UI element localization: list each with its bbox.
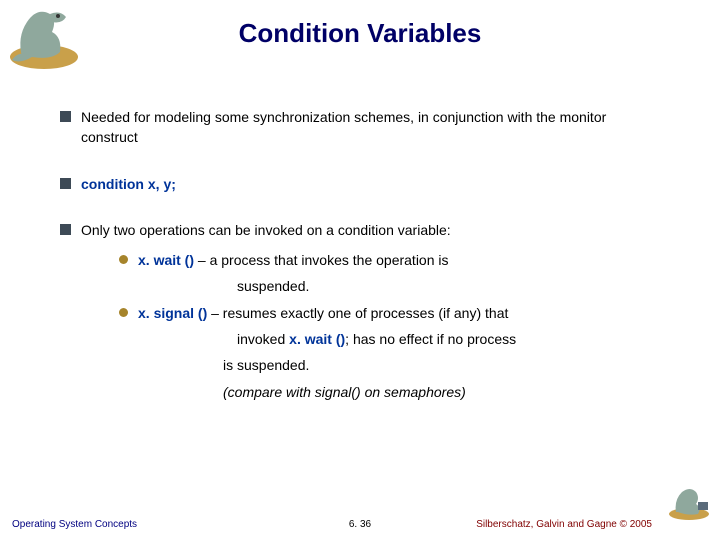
dinosaur-small-icon: [664, 482, 714, 522]
bullet-text: condition x, y;: [81, 174, 666, 194]
bullet-item: condition x, y;: [60, 174, 666, 194]
bullet-item: Needed for modeling some synchronization…: [60, 107, 666, 148]
sub-bullet-list: x. wait () – a process that invokes the …: [119, 250, 666, 402]
bullet-item: Only two operations can be invoked on a …: [60, 220, 666, 408]
keyword: x. wait (): [138, 252, 194, 268]
square-bullet-icon: [60, 178, 71, 189]
bullet-text-span: Only two operations can be invoked on a …: [81, 222, 451, 238]
text-span: – a process that invokes the operation i…: [194, 252, 448, 268]
circle-bullet-icon: [119, 255, 128, 264]
slide-footer: Operating System Concepts 6. 36 Silbersc…: [0, 519, 720, 530]
text-span: ; has no effect if no process: [345, 331, 516, 347]
dinosaur-logo-bottom: [664, 482, 714, 522]
sub-bullet-item: x. signal () – resumes exactly one of pr…: [119, 303, 666, 323]
footer-copyright: Silberschatz, Galvin and Gagne © 2005: [476, 519, 652, 530]
continuation-line: suspended.: [237, 276, 666, 296]
text-span: – resumes exactly one of processes (if a…: [207, 305, 508, 321]
slide-title: Condition Variables: [0, 0, 720, 49]
square-bullet-icon: [60, 111, 71, 122]
continuation-line: is suspended.: [223, 355, 666, 375]
sub-bullet-text: x. wait () – a process that invokes the …: [138, 250, 666, 270]
square-bullet-icon: [60, 224, 71, 235]
text-span: invoked: [237, 331, 289, 347]
dinosaur-logo-top: [2, 2, 87, 72]
sub-bullet-item: x. wait () – a process that invokes the …: [119, 250, 666, 270]
sub-bullet-text: x. signal () – resumes exactly one of pr…: [138, 303, 666, 323]
circle-bullet-icon: [119, 308, 128, 317]
keyword: x. wait (): [289, 331, 345, 347]
dinosaur-icon: [2, 2, 87, 72]
bullet-text: Needed for modeling some synchronization…: [81, 107, 666, 148]
keyword: x. signal (): [138, 305, 207, 321]
footer-left: Operating System Concepts: [12, 519, 137, 530]
continuation-line: invoked x. wait (); has no effect if no …: [237, 329, 666, 349]
bullet-text: Only two operations can be invoked on a …: [81, 220, 666, 408]
continuation-line: (compare with signal() on semaphores): [223, 382, 666, 402]
slide-content: Needed for modeling some synchronization…: [0, 49, 720, 408]
footer-page-number: 6. 36: [349, 519, 371, 530]
